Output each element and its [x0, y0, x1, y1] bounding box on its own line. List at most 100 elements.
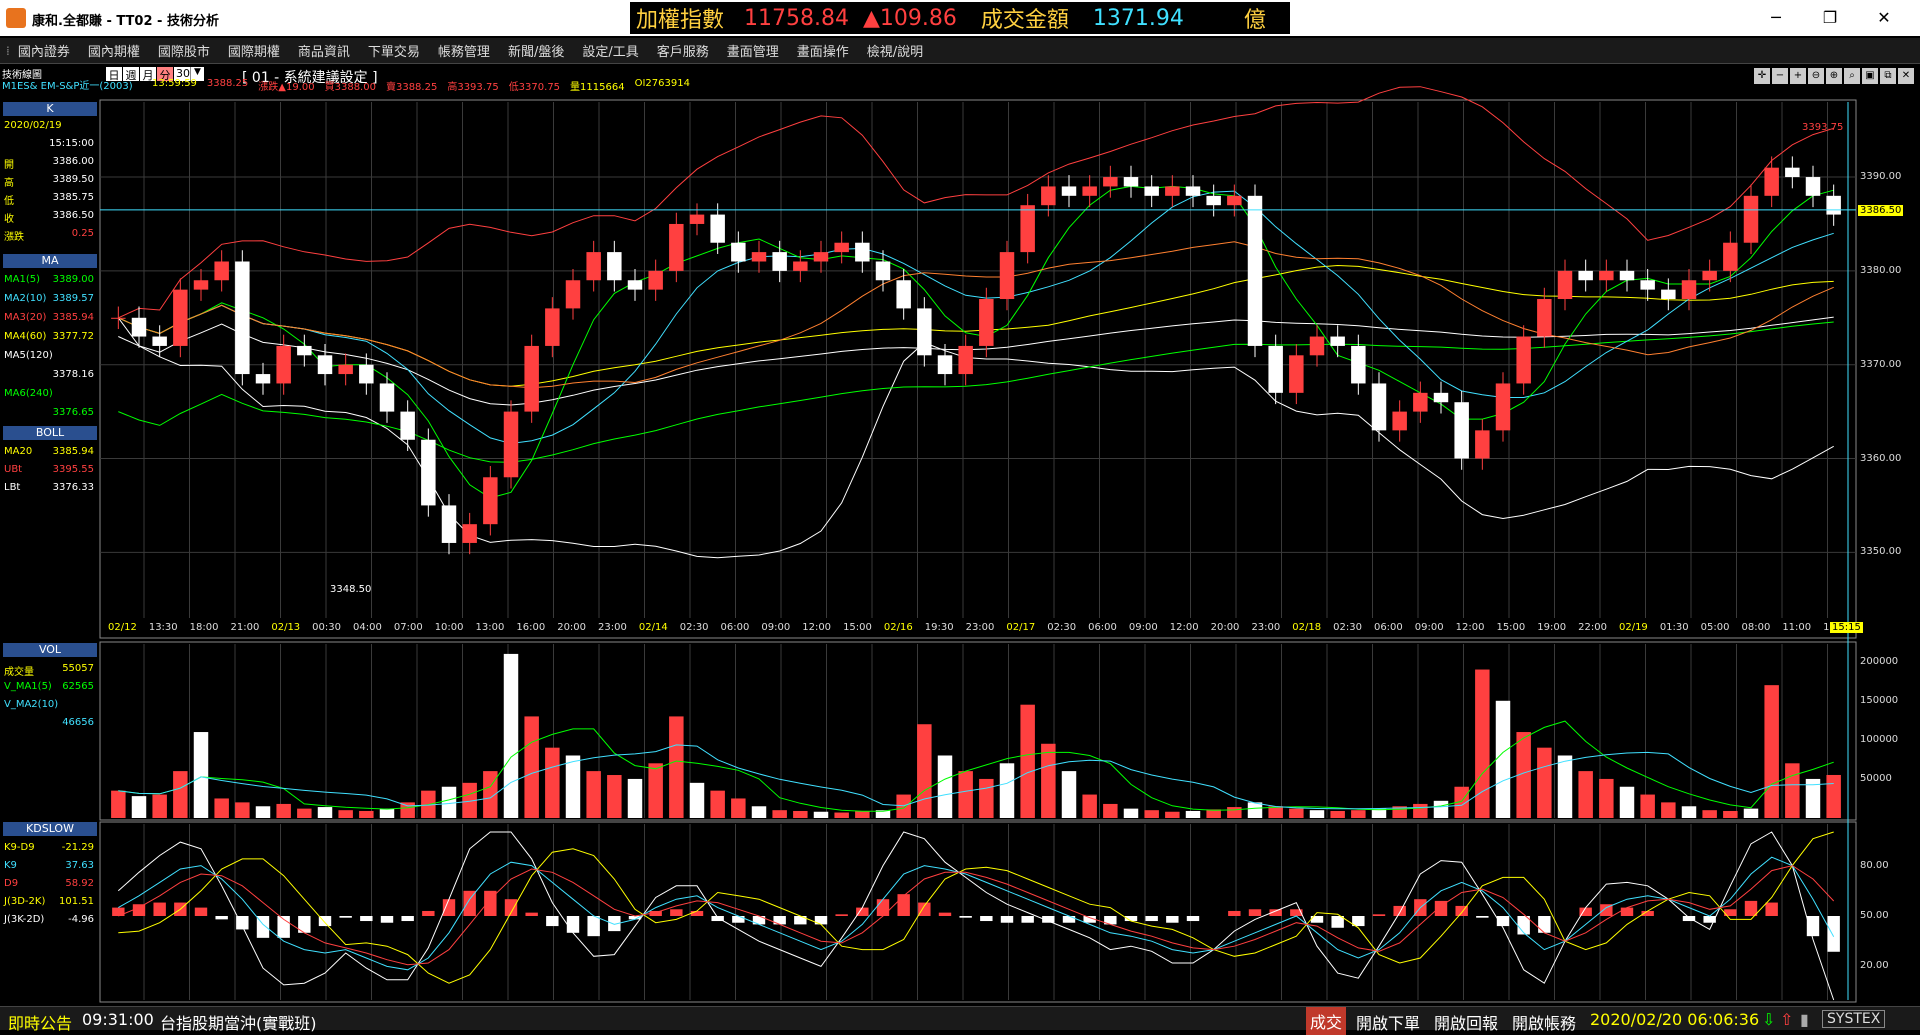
kd-tick-label: 20.00: [1860, 960, 1889, 972]
candle: [131, 317, 147, 337]
candle: [1826, 195, 1841, 215]
time-tick-label: 01:30: [1659, 622, 1689, 633]
trade-button[interactable]: 成交: [1306, 1007, 1347, 1035]
time-tick-label: 02/14: [638, 622, 668, 633]
candle: [1020, 205, 1035, 253]
kd-diff-bar: [132, 904, 146, 916]
time-tick-label: 02:30: [679, 622, 709, 633]
candle: [669, 223, 684, 271]
open-report-button[interactable]: 開啟回報: [1434, 1010, 1498, 1034]
kd-diff-bar: [1248, 909, 1262, 916]
vol-tick-label: 100000: [1860, 733, 1899, 745]
candle: [1702, 270, 1717, 281]
candle: [338, 364, 353, 375]
volume-bar: [772, 810, 787, 818]
volume-bar: [1475, 669, 1490, 818]
kd-diff-bar: [1331, 916, 1344, 928]
open-order-button[interactable]: 開啟下單: [1356, 1010, 1420, 1034]
candle: [255, 374, 271, 384]
time-cursor-marker: 15:15: [1830, 622, 1863, 633]
candle: [235, 261, 250, 375]
volume-bar: [1433, 800, 1449, 818]
volume-bar: [1268, 806, 1283, 818]
time-tick-label: 23:00: [965, 622, 995, 633]
volume-bar: [855, 810, 870, 818]
candle: [421, 439, 436, 506]
candle: [1454, 402, 1469, 459]
candle: [1289, 355, 1304, 393]
volume-bar: [1247, 802, 1263, 818]
kd-diff-bar: [918, 902, 931, 916]
candle: [1516, 336, 1531, 384]
candle: [586, 252, 601, 281]
candle: [875, 261, 891, 281]
candle: [1640, 280, 1655, 290]
time-tick-label: 04:00: [353, 622, 382, 633]
volume-bar: [441, 786, 457, 818]
time-tick-label: 16:00: [516, 622, 546, 633]
kd-diff-bar: [1806, 916, 1820, 937]
time-tick-label: 02:30: [1047, 622, 1077, 633]
candle: [1371, 383, 1387, 431]
time-tick-label: 02/17: [1006, 622, 1036, 633]
candle: [1041, 186, 1056, 206]
volume-bar: [1785, 763, 1800, 818]
kd-diff-bar: [380, 916, 394, 923]
time-tick-label: 10:00: [434, 622, 464, 633]
time-tick-label: 12:00: [802, 622, 832, 633]
candle: [503, 411, 519, 478]
volume-bar: [813, 811, 829, 818]
candle: [1599, 270, 1614, 281]
candle: [1247, 195, 1263, 346]
time-tick-label: 18:00: [189, 622, 219, 633]
candle: [379, 383, 395, 412]
candle: [1785, 167, 1800, 178]
kd-diff-bar: [690, 910, 704, 916]
candle: [1413, 392, 1428, 412]
kd-tick-label: 80.00: [1860, 859, 1889, 871]
volume-bar: [1702, 810, 1717, 818]
candle: [1061, 186, 1077, 196]
kd-diff-bar: [215, 916, 228, 920]
kd-diff-bar: [153, 902, 166, 916]
candle: [565, 280, 581, 309]
kd-diff-bar: [194, 907, 208, 916]
price-tick-label: 3390.00: [1860, 171, 1902, 183]
volume-bar: [1826, 774, 1841, 818]
kd-diff-bar: [1186, 916, 1200, 922]
volume-bar: [173, 771, 188, 818]
j1-line: [118, 831, 1834, 984]
volume-bar: [627, 778, 643, 818]
time-tick-label: 02/18: [1292, 622, 1322, 633]
volume-bar: [317, 807, 333, 818]
announce-message[interactable]: 台指股期當沖(實戰班): [160, 1010, 317, 1034]
kd-diff-bar: [959, 916, 972, 918]
candle: [772, 252, 787, 271]
announce-label[interactable]: 即時公告: [8, 1010, 72, 1034]
volume-bar: [565, 755, 581, 818]
time-tick-label: 12:00: [1455, 622, 1485, 633]
kd-diff-bar: [360, 916, 373, 922]
candle: [1330, 336, 1345, 346]
volume-bar: [297, 808, 312, 818]
volume-bar: [235, 802, 250, 818]
candle: [152, 336, 167, 346]
candle: [193, 280, 209, 290]
price-marker: 3386.50: [1858, 205, 1904, 216]
volume-bar: [1619, 786, 1635, 818]
volume-bar: [999, 763, 1015, 818]
open-account-button[interactable]: 開啟帳務: [1512, 1010, 1576, 1034]
volume-bar: [1309, 810, 1325, 818]
volume-bar: [1351, 810, 1366, 818]
volume-bar: [979, 778, 994, 818]
candle: [855, 242, 870, 262]
kd-diff-bar: [442, 899, 456, 916]
time-tick-label: 06:00: [1373, 622, 1403, 633]
time-tick-label: 02:30: [1333, 622, 1362, 633]
candle: [1227, 195, 1242, 206]
technical-chart[interactable]: [0, 0, 1920, 1006]
volume-bar: [214, 798, 229, 818]
price-tick-label: 3350.00: [1860, 546, 1902, 558]
signal-icon: ▮: [1800, 1010, 1809, 1029]
time-tick-label: 22:00: [1578, 622, 1607, 633]
